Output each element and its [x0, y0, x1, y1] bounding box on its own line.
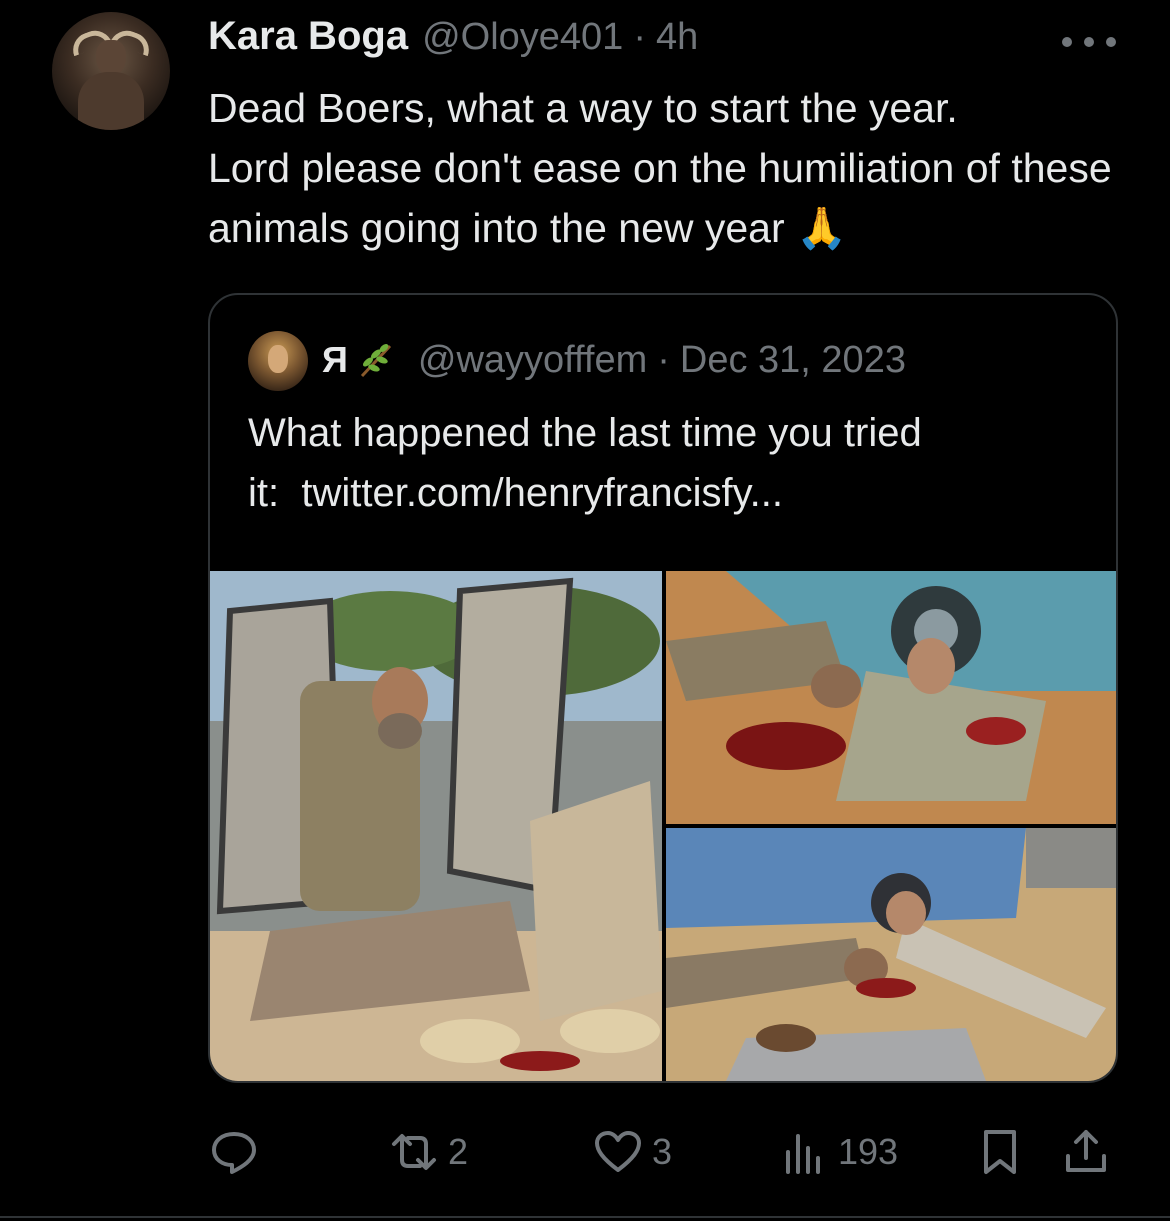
bookmark-icon	[984, 1130, 1016, 1174]
quoted-tweet-card[interactable]: Я @wayyofffem · Dec 31, 2023 What happen…	[208, 293, 1118, 1083]
quoted-tweet-text: What happened the last time you tried it…	[248, 411, 922, 515]
share-button[interactable]	[1060, 1122, 1112, 1182]
bottom-divider	[0, 1216, 1170, 1218]
retweet-count: 2	[448, 1131, 469, 1172]
quoted-photo-2[interactable]	[666, 571, 1116, 824]
herb-icon	[360, 344, 391, 378]
tweet-header: Kara Boga @Oloye401 · 4h	[208, 14, 698, 68]
author-handle[interactable]: @Oloye401	[422, 16, 623, 59]
retweet-icon	[392, 1134, 436, 1170]
avatar-torso	[78, 72, 144, 130]
like-count: 3	[652, 1131, 673, 1172]
avatar-head	[96, 40, 126, 76]
quoted-tweet-header: Я @wayyofffem · Dec 31, 2023	[322, 335, 906, 385]
tweet-text: Dead Boers, what a way to start the year…	[208, 85, 1112, 251]
share-icon	[1066, 1130, 1106, 1172]
more-horizontal-icon[interactable]	[1062, 22, 1116, 62]
author-avatar[interactable]	[52, 12, 170, 130]
more-dot	[1106, 37, 1116, 47]
retweet-button[interactable]: 2	[388, 1122, 468, 1182]
quoted-author-handle[interactable]: @wayyofffem	[418, 339, 647, 382]
quoted-date[interactable]: Dec 31, 2023	[680, 339, 906, 382]
author-name[interactable]: Kara Boga	[208, 14, 408, 59]
like-button[interactable]: 3	[592, 1122, 672, 1182]
tweet-action-bar: 2 3 193	[208, 1122, 1118, 1182]
quoted-photo-1[interactable]	[210, 571, 662, 1081]
more-dot	[1062, 37, 1072, 47]
quoted-separator: ·	[657, 338, 670, 381]
views-bar-chart-icon	[786, 1134, 820, 1174]
quoted-author-avatar[interactable]	[248, 331, 308, 391]
more-dot	[1084, 37, 1094, 47]
quoted-author-name[interactable]: Я	[322, 339, 348, 381]
tweet-time[interactable]: 4h	[656, 16, 698, 59]
reply-icon	[212, 1132, 256, 1174]
quoted-avatar-face	[268, 345, 288, 373]
header-separator: ·	[633, 16, 646, 58]
quoted-photo-3[interactable]	[666, 828, 1116, 1081]
bookmark-button[interactable]	[974, 1122, 1026, 1182]
views-count: 193	[838, 1131, 899, 1172]
reply-button[interactable]	[208, 1122, 260, 1182]
heart-icon	[595, 1131, 641, 1172]
views-button[interactable]: 193	[778, 1122, 898, 1182]
quoted-photo-grid	[210, 571, 1116, 1081]
